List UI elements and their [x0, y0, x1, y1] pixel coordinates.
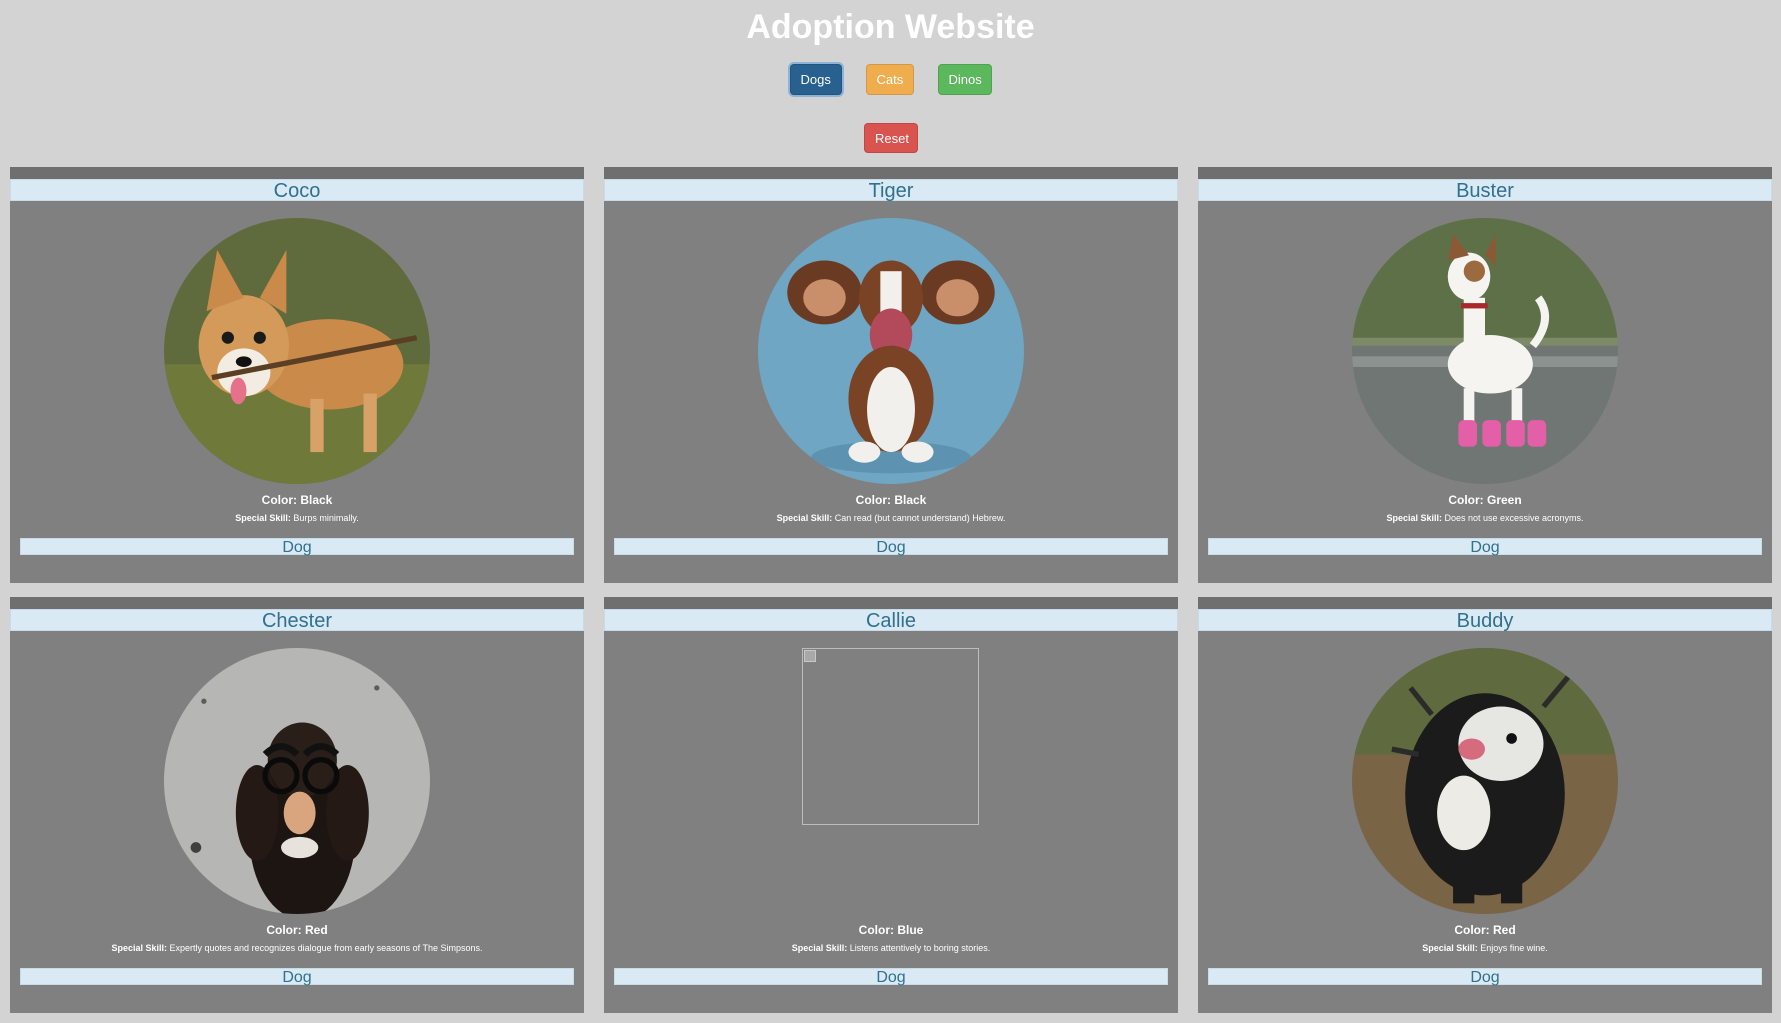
pet-grid: Coco Color: Black Special Skill: Burps m…	[10, 167, 1772, 1013]
pet-type: Dog	[614, 968, 1168, 986]
pet-color: Color: Green	[1448, 493, 1522, 507]
pet-type: Dog	[614, 538, 1168, 556]
pet-skill-label: Special Skill:	[111, 943, 167, 953]
pet-type: Dog	[20, 538, 574, 556]
pet-skill-text: Listens attentively to boring stories.	[849, 943, 991, 953]
pet-skill: Special Skill: Expertly quotes and recog…	[10, 943, 584, 953]
pet-skill-text: Burps minimally.	[293, 513, 359, 523]
dinos-filter-button[interactable]: Dinos	[937, 64, 992, 95]
pet-color: Color: Black	[261, 493, 333, 507]
pet-name: Buster	[1198, 179, 1772, 202]
filter-buttons: Dogs Cats Dinos	[0, 64, 1781, 95]
pet-skill: Special Skill: Does not use excessive ac…	[1198, 513, 1772, 523]
pet-name: Chester	[10, 609, 584, 632]
pet-skill-label: Special Skill:	[791, 943, 848, 953]
dogs-filter-button[interactable]: Dogs	[789, 64, 842, 95]
pet-skill: Special Skill: Listens attentively to bo…	[604, 943, 1178, 953]
pet-photo	[758, 218, 1024, 484]
pet-skill-text: Can read (but cannot understand) Hebrew.	[834, 513, 1006, 523]
pet-photo	[164, 648, 430, 914]
pet-type: Dog	[20, 968, 574, 986]
pet-name: Coco	[10, 179, 584, 202]
pet-skill-label: Special Skill:	[1386, 513, 1442, 523]
pet-skill: Special Skill: Can read (but cannot unde…	[604, 513, 1178, 523]
broken-image-icon	[804, 650, 816, 662]
pet-name: Buddy	[1198, 609, 1772, 632]
pet-type: Dog	[1208, 538, 1762, 556]
pet-color: Color: Red	[266, 923, 328, 937]
reset-button[interactable]: Reset	[864, 123, 918, 153]
pet-color: Color: Red	[1454, 923, 1516, 937]
pet-color: Color: Black	[855, 493, 927, 507]
pet-skill: Special Skill: Burps minimally.	[10, 513, 584, 523]
pet-type: Dog	[1208, 968, 1762, 986]
pet-photo	[164, 218, 430, 484]
pet-skill-text: Enjoys fine wine.	[1480, 943, 1548, 953]
pet-skill-label: Special Skill:	[1422, 943, 1478, 953]
pet-name: Callie	[604, 609, 1178, 632]
pet-photo	[1352, 648, 1618, 914]
pet-card: Callie Color: Blue Special Skill: Listen…	[604, 597, 1178, 1013]
pet-card: Chester Color: Red Special Skill: Expert…	[10, 597, 584, 1013]
pet-card: Buster Color: Green Special Skill: Does …	[1198, 167, 1772, 583]
pet-card: Coco Color: Black Special Skill: Burps m…	[10, 167, 584, 583]
pet-card: Buddy Color: Red Special Skill: Enjoys f…	[1198, 597, 1772, 1013]
pet-color: Color: Blue	[858, 923, 924, 937]
pet-skill-label: Special Skill:	[235, 513, 291, 523]
cats-filter-button[interactable]: Cats	[865, 64, 914, 95]
pet-skill-label: Special Skill:	[776, 513, 833, 523]
pet-name: Tiger	[604, 179, 1178, 202]
pet-skill: Special Skill: Enjoys fine wine.	[1198, 943, 1772, 953]
broken-image-placeholder	[802, 648, 979, 825]
page-title: Adoption Website	[746, 8, 1035, 46]
pet-card: Tiger Color: Black Special Skill: Can re…	[604, 167, 1178, 583]
pet-skill-text: Does not use excessive acronyms.	[1444, 513, 1584, 523]
pet-photo	[1352, 218, 1618, 484]
pet-skill-text: Expertly quotes and recognizes dialogue …	[169, 943, 483, 953]
